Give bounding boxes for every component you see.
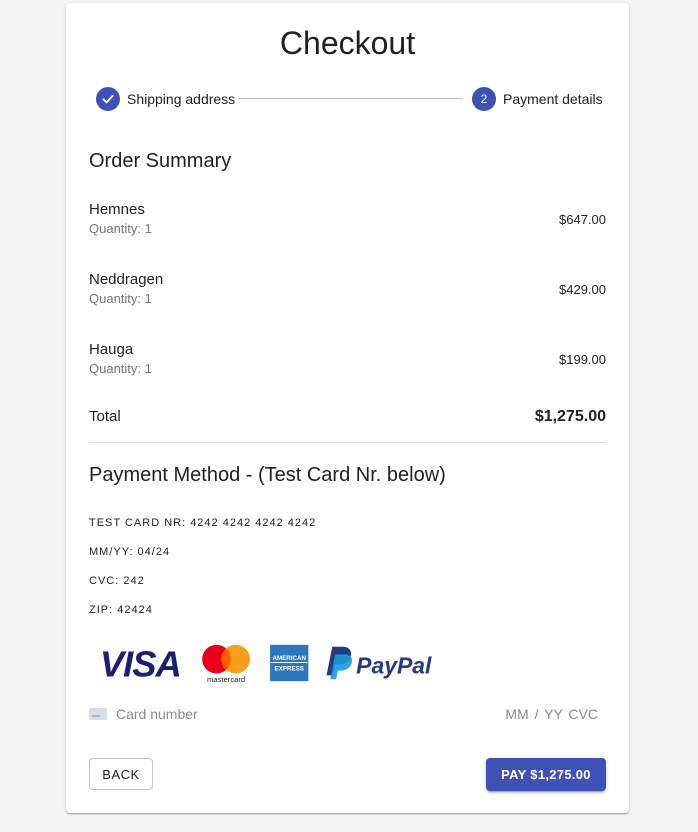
item-name: Hemnes <box>89 201 145 218</box>
test-card-number: TEST CARD NR: 4242 4242 4242 4242 <box>89 517 317 529</box>
order-item: Hemnes Quantity: 1 $647.00 <box>89 201 606 236</box>
order-item: Hauga Quantity: 1 $199.00 <box>89 341 606 376</box>
check-icon <box>96 87 120 111</box>
total-row: Total $1,275.00 <box>89 408 606 426</box>
test-cvc: CVC: 242 <box>89 575 145 587</box>
stepper-connector <box>238 98 463 99</box>
visa-logo: VISA <box>100 643 182 684</box>
paypal-logo: PayPal <box>326 646 432 680</box>
item-price: $429.00 <box>559 282 606 297</box>
step-label-shipping: Shipping address <box>127 91 236 107</box>
amex-logo-text-bottom: EXPRESS <box>275 666 304 673</box>
total-label: Total <box>89 408 121 425</box>
card-number-input[interactable]: Card number MM / YY CVC <box>89 703 606 725</box>
item-name: Neddragen <box>89 271 164 288</box>
checkout-card: Checkout Shipping address 2 Payment deta… <box>66 3 629 813</box>
item-price: $199.00 <box>559 352 606 367</box>
item-quantity: Quantity: 1 <box>89 361 152 376</box>
back-button[interactable]: BACK <box>89 758 153 790</box>
item-quantity: Quantity: 1 <box>89 221 152 236</box>
item-name: Hauga <box>89 341 134 358</box>
amex-logo-text-top: AMERICAN <box>272 655 306 662</box>
order-summary-title: Order Summary <box>89 150 232 172</box>
payment-method-title: Payment Method - (Test Card Nr. below) <box>89 464 446 486</box>
card-number-placeholder[interactable]: Card number <box>116 706 198 722</box>
credit-card-icon <box>89 708 107 720</box>
step-label-payment: Payment details <box>503 91 603 107</box>
paypal-logo-text: PayPal <box>356 653 432 679</box>
payment-brand-logos: VISA mastercard AMERICAN EXPRESS PayPal <box>100 643 432 684</box>
test-zip: ZIP: 42424 <box>89 604 153 616</box>
page-title: Checkout <box>279 25 416 61</box>
step-number-badge: 2 <box>472 87 496 111</box>
mastercard-logo-text: mastercard <box>207 675 245 684</box>
step-shipping-address: Shipping address <box>96 87 235 111</box>
order-item: Neddragen Quantity: 1 $429.00 <box>89 271 606 306</box>
item-price: $647.00 <box>559 212 606 227</box>
divider <box>89 442 606 443</box>
american-express-logo: AMERICAN EXPRESS <box>270 644 309 682</box>
visa-logo-text: VISA <box>100 643 181 684</box>
step-payment-details: 2 Payment details <box>472 87 603 111</box>
pay-button[interactable]: PAY $1,275.00 <box>486 758 606 791</box>
item-quantity: Quantity: 1 <box>89 291 152 306</box>
total-value: $1,275.00 <box>534 408 606 425</box>
expiry-cvc-placeholder[interactable]: MM / YY CVC <box>505 706 598 722</box>
mastercard-logo: mastercard <box>202 644 250 684</box>
test-expiry: MM/YY: 04/24 <box>89 546 171 558</box>
